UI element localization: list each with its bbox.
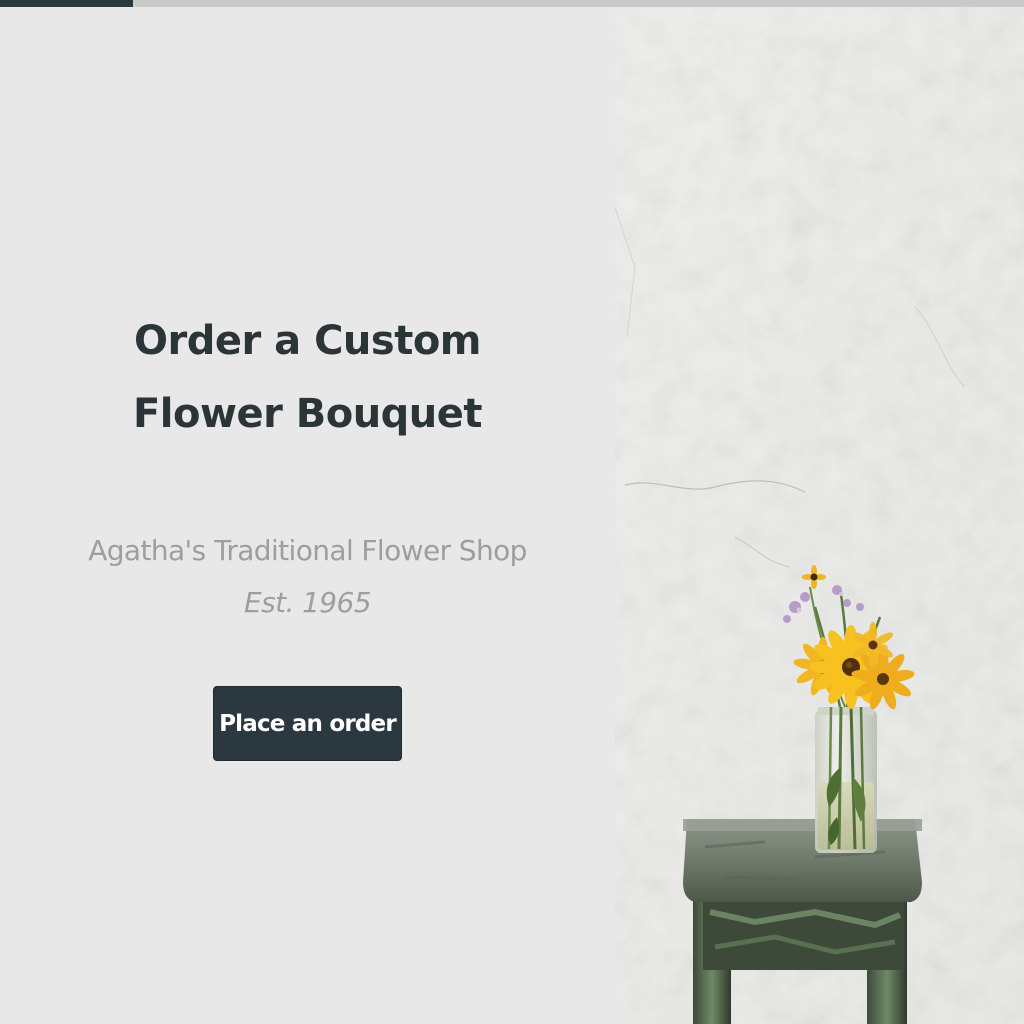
hero-title: Order a Custom Flower Bouquet: [132, 318, 483, 437]
place-order-button[interactable]: Place an order: [213, 686, 402, 761]
hero-text-panel: Order a Custom Flower Bouquet Agatha's T…: [0, 7, 615, 1024]
page: Order a Custom Flower Bouquet Agatha's T…: [0, 0, 1024, 1024]
progress-bar: [0, 0, 1024, 7]
hero-image: [615, 7, 1024, 1024]
established-date: Est. 1965: [244, 586, 372, 619]
shop-name: Agatha's Traditional Flower Shop: [88, 534, 527, 567]
progress-bar-fill: [0, 0, 134, 7]
